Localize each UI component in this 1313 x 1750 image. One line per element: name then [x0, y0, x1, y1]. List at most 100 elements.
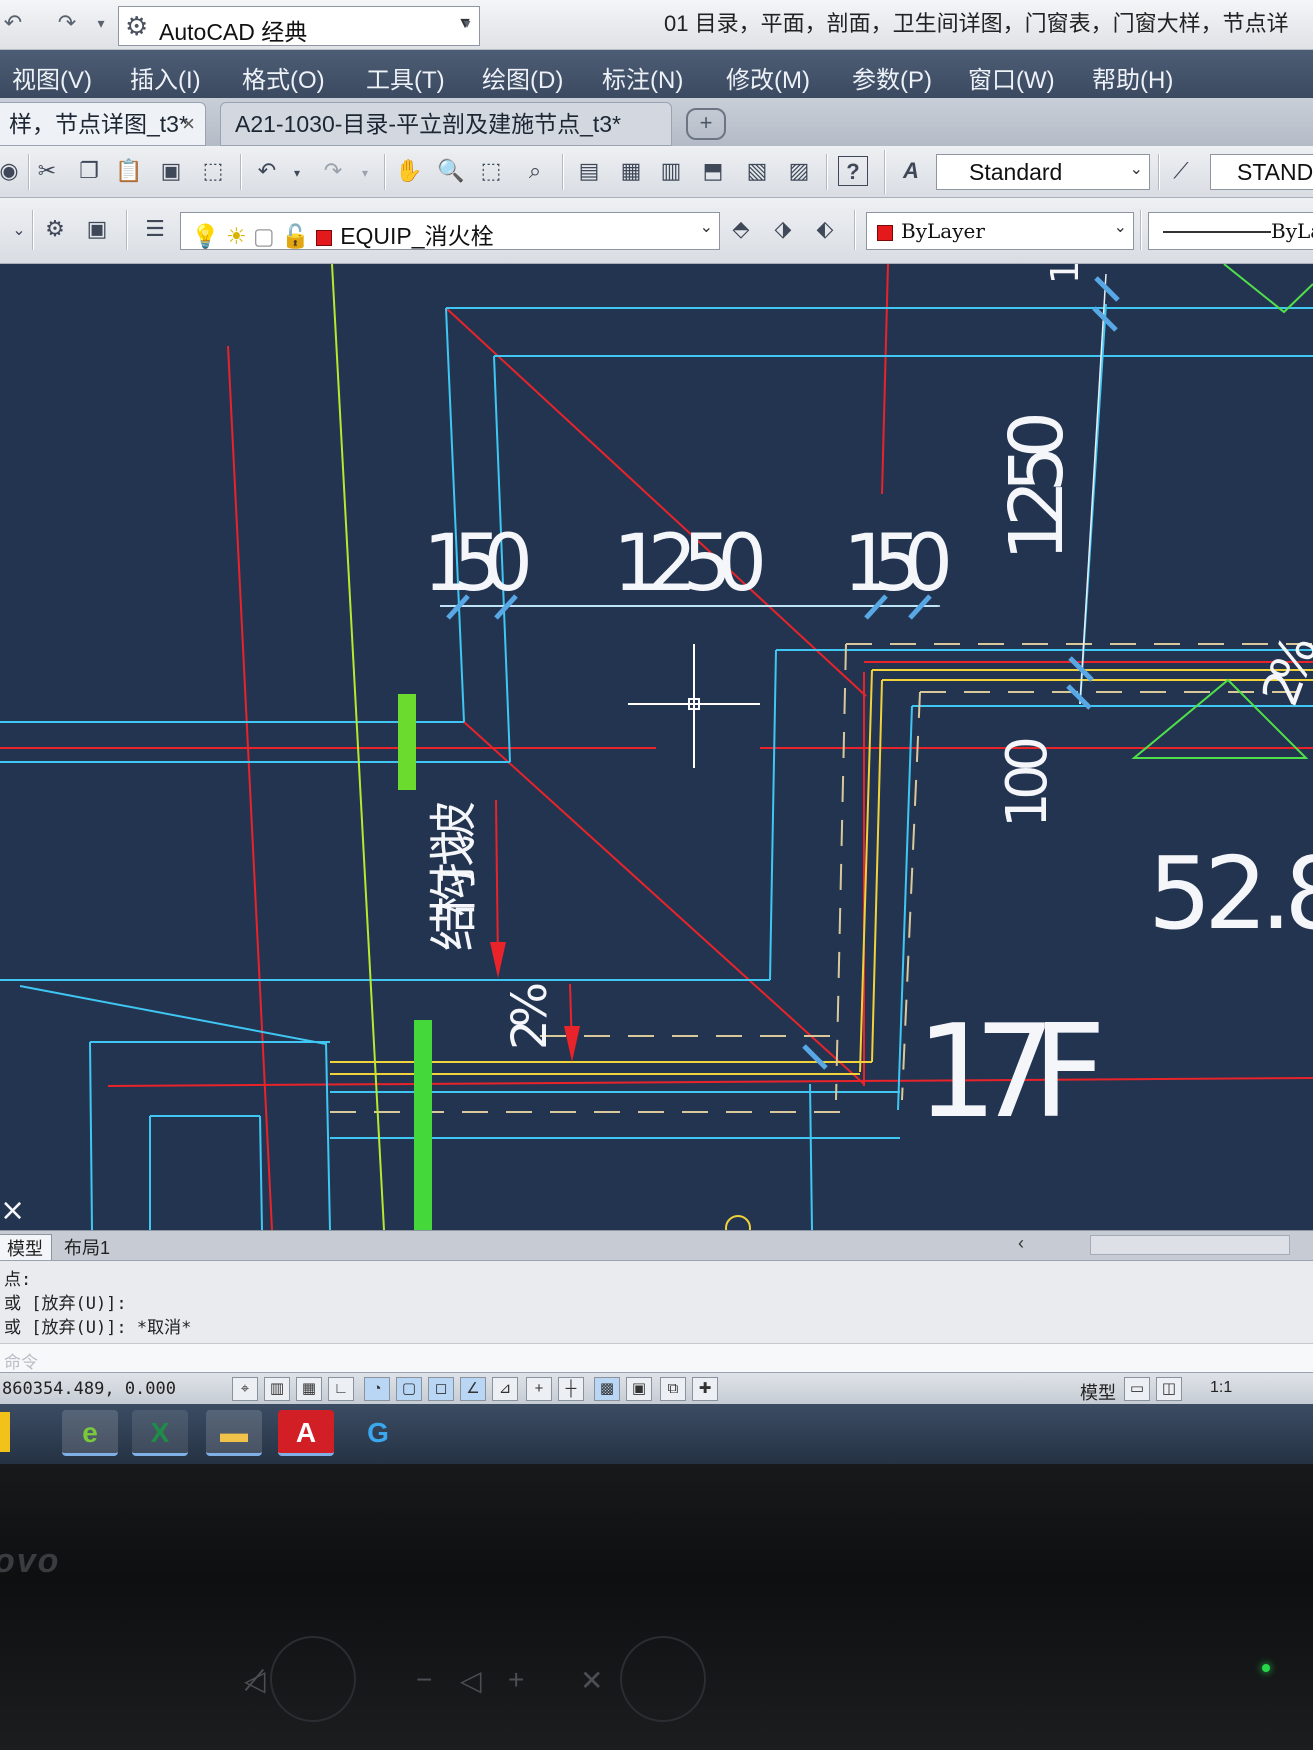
menu-view[interactable]: 视图(V): [12, 60, 92, 95]
volume-mute-icon[interactable]: ◁̸: [244, 1664, 266, 1697]
unlock-icon: 🔓: [281, 223, 310, 249]
dynamic-input-icon[interactable]: +: [526, 1377, 552, 1401]
tool-palettes-icon[interactable]: ▥: [656, 156, 686, 186]
new-tab-button[interactable]: +: [686, 108, 726, 140]
layer-settings-icon[interactable]: ⚙: [40, 214, 70, 244]
grid-display-icon[interactable]: ▦: [296, 1377, 322, 1401]
power-button-ring: [620, 1636, 706, 1722]
text-style-icon[interactable]: A: [896, 156, 926, 186]
layer-previous-icon[interactable]: ⬗: [768, 214, 798, 244]
linetype-dropdown[interactable]: ByLa: [1148, 212, 1313, 250]
quick-view-layouts-icon[interactable]: ▭: [1124, 1377, 1150, 1401]
quick-properties-icon[interactable]: ▣: [626, 1377, 652, 1401]
dynamic-ucs-icon[interactable]: ⊿: [492, 1377, 518, 1401]
slope-percent: 2%: [502, 982, 558, 1050]
quick-view-drawings-icon[interactable]: ◫: [1156, 1377, 1182, 1401]
start-button[interactable]: [0, 1412, 10, 1452]
menu-parametric[interactable]: 参数(P): [852, 60, 932, 95]
volume-down-icon[interactable]: −: [416, 1664, 432, 1696]
speaker-icon[interactable]: ◁: [460, 1664, 482, 1697]
dimension-style-dropdown[interactable]: STAND: [1210, 154, 1313, 190]
app-g-icon[interactable]: G: [350, 1410, 406, 1456]
autocad-icon[interactable]: A: [278, 1410, 334, 1456]
tab-model[interactable]: 模型: [0, 1234, 52, 1261]
undo-icon[interactable]: ↶: [252, 156, 282, 186]
color-dropdown[interactable]: ByLayer ⌄: [866, 212, 1134, 250]
menu-modify[interactable]: 修改(M): [726, 60, 810, 95]
chevron-down-icon[interactable]: ▾: [350, 158, 380, 188]
command-input[interactable]: 命令: [0, 1343, 1313, 1373]
annotation-monitor-icon[interactable]: ✚: [692, 1377, 718, 1401]
chevron-down-icon[interactable]: ▾: [88, 10, 114, 36]
block-editor-icon[interactable]: ⬚: [198, 156, 228, 186]
transparency-icon[interactable]: ▩: [594, 1377, 620, 1401]
scroll-left-icon[interactable]: ‹: [1018, 1233, 1024, 1254]
markup-icon[interactable]: ▧: [742, 156, 772, 186]
ortho-mode-icon[interactable]: ∟: [328, 1377, 354, 1401]
object-snap-tracking-icon[interactable]: ∠: [460, 1377, 486, 1401]
zoom-window-icon[interactable]: ⬚: [476, 156, 506, 186]
pan-icon[interactable]: ✋: [394, 156, 424, 186]
calculator-icon[interactable]: ▨: [784, 156, 814, 186]
3d-object-snap-icon[interactable]: ◻: [428, 1377, 454, 1401]
menu-bar: 视图(V) 插入(I) 格式(O) 工具(T) 绘图(D) 标注(N) 修改(M…: [0, 50, 1313, 98]
menu-help[interactable]: 帮助(H): [1092, 60, 1173, 95]
globe-icon[interactable]: ◉: [0, 156, 24, 186]
menu-dimension[interactable]: 标注(N): [602, 60, 683, 95]
redo-icon[interactable]: ↷: [54, 10, 80, 36]
lineweight-icon[interactable]: ┼: [558, 1377, 584, 1401]
chevron-down-icon[interactable]: ⌄: [4, 216, 34, 246]
match-properties-icon[interactable]: ▣: [156, 156, 186, 186]
text-style-dropdown[interactable]: Standard ⌄: [936, 154, 1150, 190]
horizontal-scrollbar[interactable]: [1090, 1235, 1290, 1255]
undo-icon[interactable]: ↶: [0, 10, 26, 36]
sheet-set-icon[interactable]: ⬒: [698, 156, 728, 186]
volume-up-icon[interactable]: +: [508, 1664, 524, 1696]
paste-icon[interactable]: 📋: [114, 156, 144, 186]
tab-document-1[interactable]: 样，节点详图_t3* ×: [0, 102, 206, 146]
annotation-scale[interactable]: 1:1: [1210, 1379, 1232, 1397]
cut-icon[interactable]: ✂: [32, 156, 62, 186]
drawing-canvas[interactable]: 150 1250 150 1250 100 1 结构找坡 2% 2% 52.8 …: [0, 264, 1313, 1230]
coordinate-readout[interactable]: 860354.489, 0.000: [2, 1379, 176, 1399]
polar-tracking-icon[interactable]: ◔: [364, 1377, 390, 1401]
menu-tools[interactable]: 工具(T): [366, 60, 445, 95]
dimension-style-icon[interactable]: ⟋: [1166, 156, 1196, 186]
file-explorer-icon[interactable]: ▬: [206, 1410, 262, 1456]
workspace-label: AutoCAD 经典: [159, 19, 308, 45]
redo-icon[interactable]: ↷: [318, 156, 348, 186]
layer-states-icon[interactable]: ▣: [82, 214, 112, 244]
red-centerlines: [0, 264, 1313, 1230]
workspace-dropdown[interactable]: ⚙ AutoCAD 经典 ▼: [118, 6, 480, 46]
menu-format[interactable]: 格式(O): [242, 60, 325, 95]
properties-icon[interactable]: ▤: [574, 156, 604, 186]
tab-layout1[interactable]: 布局1: [56, 1234, 118, 1260]
customize-qat-icon[interactable]: ▾: [454, 10, 480, 36]
menu-insert[interactable]: 插入(I): [130, 60, 201, 95]
snap-mode-icon[interactable]: ▥: [264, 1377, 290, 1401]
infer-constraints-icon[interactable]: ⌖: [232, 1377, 258, 1401]
zoom-realtime-icon[interactable]: 🔍: [436, 156, 466, 186]
design-center-icon[interactable]: ▦: [616, 156, 646, 186]
internet-explorer-icon[interactable]: e: [62, 1410, 118, 1456]
dim-1250-horizontal: 1250: [613, 519, 767, 609]
zoom-previous-icon[interactable]: ⌕: [520, 156, 550, 186]
selection-cycling-icon[interactable]: ⧉: [660, 1377, 686, 1401]
close-icon[interactable]: ×: [182, 103, 195, 145]
make-object-layer-current-icon[interactable]: ⬘: [726, 214, 756, 244]
copy-icon[interactable]: ❐: [74, 156, 104, 186]
cyan-line: [259, 1115, 263, 1230]
tab-document-2[interactable]: A21-1030-目录-平立剖及建施节点_t3*: [220, 102, 672, 146]
menu-window[interactable]: 窗口(W): [968, 60, 1055, 95]
mic-mute-icon[interactable]: ✕: [580, 1664, 603, 1697]
help-icon[interactable]: ?: [838, 156, 868, 186]
layer-iso-icon[interactable]: ⬖: [810, 214, 840, 244]
layer-properties-icon[interactable]: ☰: [140, 214, 170, 244]
toolbar-separator: [1140, 210, 1142, 250]
excel-icon[interactable]: X: [132, 1410, 188, 1456]
layer-dropdown[interactable]: 💡 ☀ ▢ 🔓 EQUIP_消火栓 ⌄: [180, 212, 720, 250]
object-snap-icon[interactable]: ▢: [396, 1377, 422, 1401]
chevron-down-icon[interactable]: ▾: [282, 158, 312, 188]
model-space-toggle[interactable]: 模型: [1080, 1379, 1116, 1405]
menu-draw[interactable]: 绘图(D): [482, 60, 563, 95]
